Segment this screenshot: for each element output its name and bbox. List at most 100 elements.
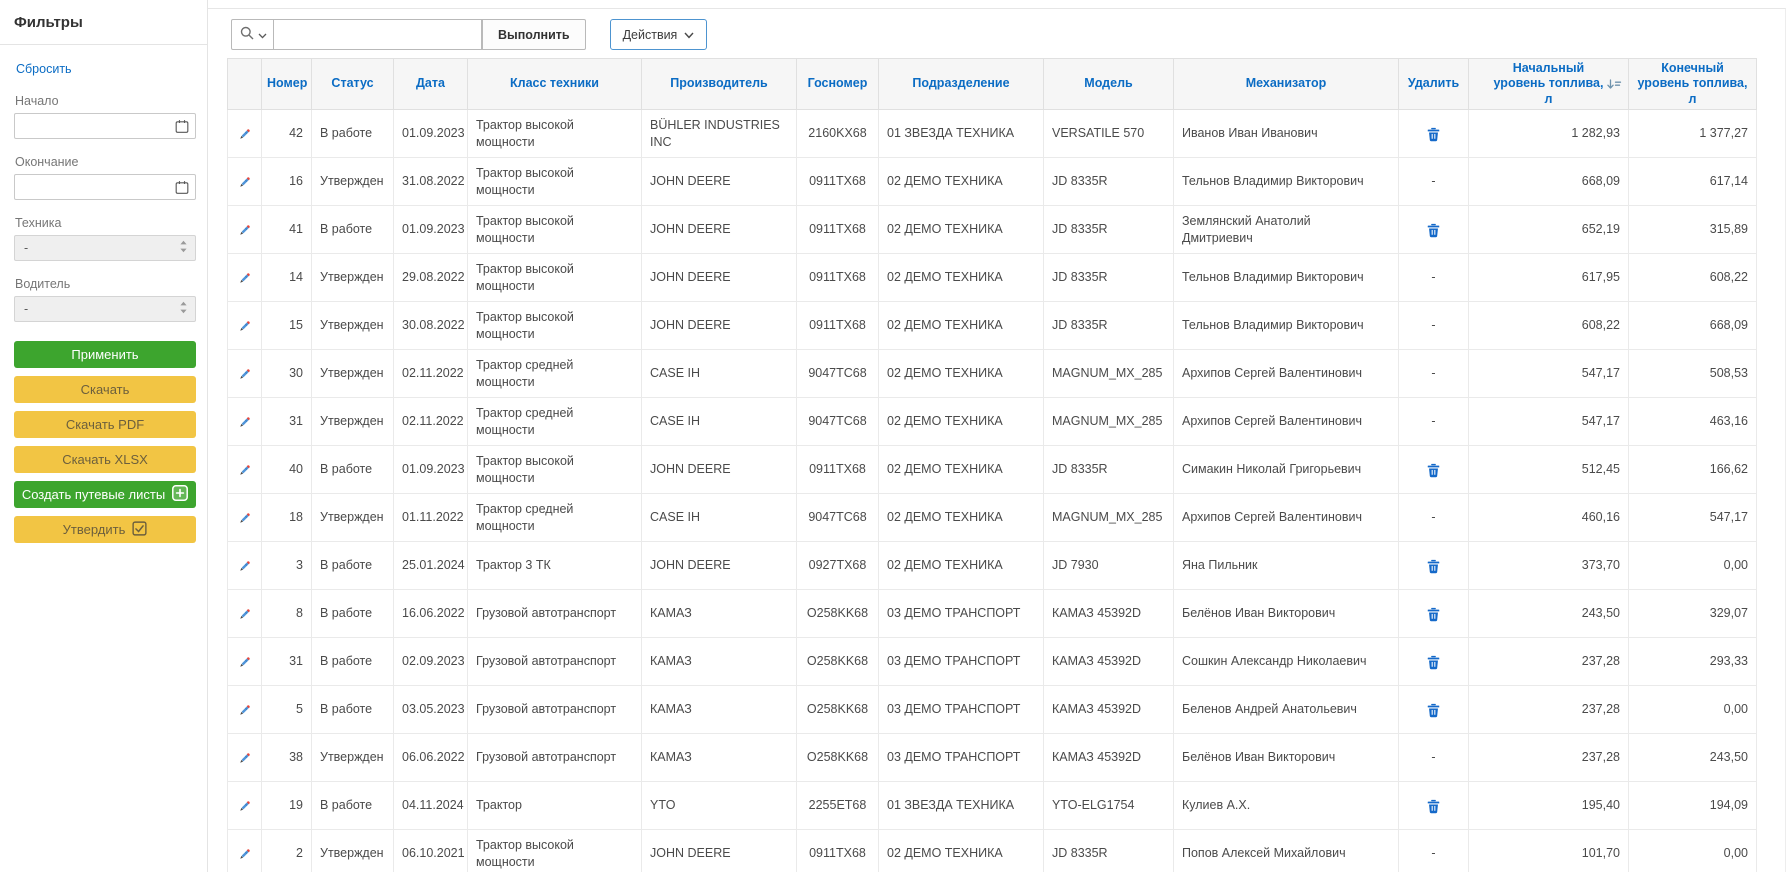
column-header-label: Конечный уровень топлива, л bbox=[1634, 61, 1751, 107]
cell-mechanizator: Архипов Сергей Валентинович bbox=[1174, 350, 1399, 398]
column-header-mechanizator[interactable]: Механизатор bbox=[1174, 59, 1399, 110]
pencil-icon[interactable] bbox=[237, 271, 252, 286]
end-date-input[interactable] bbox=[15, 175, 168, 199]
cell-tech-class: Трактор bbox=[468, 782, 642, 830]
column-header-manufacturer[interactable]: Производитель bbox=[642, 59, 797, 110]
cell-fuel-end: 315,89 bbox=[1629, 206, 1757, 254]
trash-icon[interactable] bbox=[1427, 223, 1440, 238]
column-header-fuel_end[interactable]: Конечный уровень топлива, л bbox=[1629, 59, 1757, 110]
cell-fuel-end: 1 377,27 bbox=[1629, 110, 1757, 158]
column-header-model[interactable]: Модель bbox=[1044, 59, 1174, 110]
start-date-input[interactable] bbox=[15, 114, 168, 138]
table-row: 41В работе01.09.2023Трактор высокой мощн… bbox=[228, 206, 1757, 254]
cell-gos-number: 2160KX68 bbox=[797, 110, 879, 158]
table-row: 14Утвержден29.08.2022Трактор высокой мощ… bbox=[228, 254, 1757, 302]
cell-mechanizator: Белёнов Иван Викторович bbox=[1174, 590, 1399, 638]
approve-button[interactable]: Утвердить bbox=[14, 516, 196, 543]
column-header-date[interactable]: Дата bbox=[394, 59, 468, 110]
cell-model: JD 8335R bbox=[1044, 830, 1174, 872]
cell-manufacturer: JOHN DEERE bbox=[642, 446, 797, 494]
delete-dash: - bbox=[1431, 366, 1435, 380]
cell-tech-class: Трактор высокой мощности bbox=[468, 158, 642, 206]
cell-manufacturer: JOHN DEERE bbox=[642, 158, 797, 206]
end-date-field bbox=[14, 174, 196, 200]
calendar-icon[interactable] bbox=[168, 175, 195, 199]
cell-model: JD 8335R bbox=[1044, 446, 1174, 494]
pencil-icon[interactable] bbox=[237, 703, 252, 718]
driver-select[interactable]: - bbox=[14, 296, 196, 322]
reset-filters-link[interactable]: Сбросить bbox=[16, 62, 72, 76]
cell-tech-class: Трактор высокой мощности bbox=[468, 254, 642, 302]
cell-mechanizator: Симакин Николай Григорьевич bbox=[1174, 446, 1399, 494]
cell-date: 02.11.2022 bbox=[394, 398, 468, 446]
trash-icon[interactable] bbox=[1427, 127, 1440, 142]
cell-gos-number: O258KK68 bbox=[797, 590, 879, 638]
trash-icon[interactable] bbox=[1427, 463, 1440, 478]
cell-gos-number: 9047TC68 bbox=[797, 350, 879, 398]
cell-fuel-end: 194,09 bbox=[1629, 782, 1757, 830]
pencil-icon[interactable] bbox=[237, 127, 252, 142]
download-button[interactable]: Скачать bbox=[14, 376, 196, 403]
column-header-delete[interactable]: Удалить bbox=[1399, 59, 1469, 110]
cell-status: Утвержден bbox=[312, 830, 394, 872]
cell-department: 02 ДЕМО ТЕХНИКА bbox=[879, 446, 1044, 494]
apply-button[interactable]: Применить bbox=[14, 341, 196, 368]
cell-delete bbox=[1399, 638, 1469, 686]
search-input[interactable] bbox=[274, 19, 482, 50]
cell-date: 01.09.2023 bbox=[394, 206, 468, 254]
pencil-icon[interactable] bbox=[237, 175, 252, 190]
pencil-icon[interactable] bbox=[237, 847, 252, 862]
column-header-department[interactable]: Подразделение bbox=[879, 59, 1044, 110]
column-header-number[interactable]: Номер bbox=[262, 59, 312, 110]
edit-cell bbox=[228, 350, 262, 398]
cell-date: 30.08.2022 bbox=[394, 302, 468, 350]
pencil-icon[interactable] bbox=[237, 367, 252, 382]
cell-delete: - bbox=[1399, 302, 1469, 350]
pencil-icon[interactable] bbox=[237, 511, 252, 526]
cell-fuel-start: 195,40 bbox=[1469, 782, 1629, 830]
edit-cell bbox=[228, 110, 262, 158]
table-row: 40В работе01.09.2023Трактор высокой мощн… bbox=[228, 446, 1757, 494]
pencil-icon[interactable] bbox=[237, 655, 252, 670]
create-waybills-button[interactable]: Создать путевые листы bbox=[14, 481, 196, 508]
pencil-icon[interactable] bbox=[237, 463, 252, 478]
column-header-fuel_start[interactable]: Начальный уровень топлива, л bbox=[1469, 59, 1629, 110]
tech-select[interactable]: - bbox=[14, 235, 196, 261]
cell-fuel-end: 463,16 bbox=[1629, 398, 1757, 446]
cell-mechanizator: Попов Алексей Михайлович bbox=[1174, 830, 1399, 872]
trash-icon[interactable] bbox=[1427, 655, 1440, 670]
pencil-icon[interactable] bbox=[237, 607, 252, 622]
cell-mechanizator: Тельнов Владимир Викторович bbox=[1174, 302, 1399, 350]
chevron-down-icon bbox=[684, 28, 694, 42]
cell-department: 03 ДЕМО ТРАНСПОРТ bbox=[879, 734, 1044, 782]
pencil-icon[interactable] bbox=[237, 799, 252, 814]
pencil-icon[interactable] bbox=[237, 559, 252, 574]
cell-gos-number: 0911TX68 bbox=[797, 830, 879, 872]
pencil-icon[interactable] bbox=[237, 223, 252, 238]
trash-icon[interactable] bbox=[1427, 559, 1440, 574]
trash-icon[interactable] bbox=[1427, 607, 1440, 622]
actions-button[interactable]: Действия bbox=[610, 19, 708, 50]
trash-icon[interactable] bbox=[1427, 703, 1440, 718]
pencil-icon[interactable] bbox=[237, 415, 252, 430]
column-header-tech_class[interactable]: Класс техники bbox=[468, 59, 642, 110]
cell-status: Утвержден bbox=[312, 494, 394, 542]
search-options-button[interactable] bbox=[231, 19, 274, 50]
column-header-status[interactable]: Статус bbox=[312, 59, 394, 110]
cell-status: В работе bbox=[312, 446, 394, 494]
download-pdf-button[interactable]: Скачать PDF bbox=[14, 411, 196, 438]
checkbox-checked-icon bbox=[132, 521, 147, 539]
cell-department: 01 ЗВЕЗДА ТЕХНИКА bbox=[879, 110, 1044, 158]
cell-delete bbox=[1399, 110, 1469, 158]
pencil-icon[interactable] bbox=[237, 751, 252, 766]
edit-cell bbox=[228, 398, 262, 446]
download-xlsx-button[interactable]: Скачать XLSX bbox=[14, 446, 196, 473]
calendar-icon[interactable] bbox=[168, 114, 195, 138]
trash-icon[interactable] bbox=[1427, 799, 1440, 814]
go-button[interactable]: Выполнить bbox=[482, 19, 586, 50]
cell-tech-class: Грузовой автотранспорт bbox=[468, 734, 642, 782]
pencil-icon[interactable] bbox=[237, 319, 252, 334]
column-header-gos_number[interactable]: Госномер bbox=[797, 59, 879, 110]
cell-status: В работе bbox=[312, 686, 394, 734]
cell-status: Утвержден bbox=[312, 254, 394, 302]
